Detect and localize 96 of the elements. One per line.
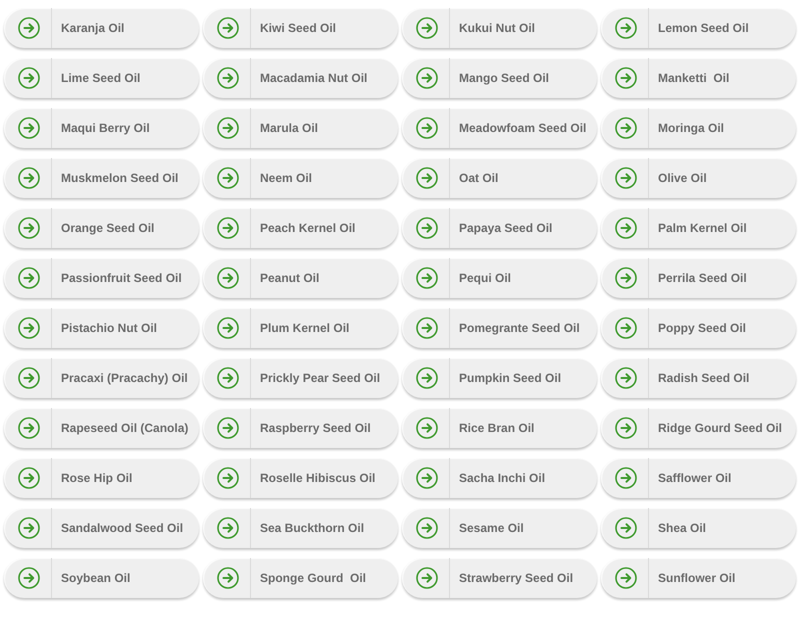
arrow-circle-icon [614,317,636,339]
arrow-circle-icon [18,417,40,439]
arrow-circle-icon [614,517,636,539]
arrow-circle-icon [614,117,636,139]
oil-button[interactable]: Orange Seed Oil [4,208,199,248]
oil-button[interactable]: Sesame Oil [402,508,597,548]
oil-button[interactable]: Karanja Oil [4,8,199,48]
oil-button[interactable]: Roselle Hibiscus Oil [203,458,398,498]
oil-button[interactable]: Maqui Berry Oil [4,108,199,148]
oil-button[interactable]: Meadowfoam Seed Oil [402,108,597,148]
oil-button[interactable]: Sunflower Oil [601,558,796,598]
oil-button[interactable]: Rose Hip Oil [4,458,199,498]
oil-button[interactable]: Manketti Oil [601,58,796,98]
oil-button[interactable]: Sea Buckthorn Oil [203,508,398,548]
oil-button[interactable]: Rice Bran Oil [402,408,597,448]
arrow-circle-icon [614,417,636,439]
oil-button[interactable]: Pequi Oil [402,258,597,298]
arrow-circle-icon [216,317,238,339]
arrow-circle-icon [216,217,238,239]
arrow-circle-icon [18,367,40,389]
oil-button[interactable]: Shea Oil [601,508,796,548]
oil-button[interactable]: Poppy Seed Oil [601,308,796,348]
oil-button[interactable]: Pracaxi (Pracachy) Oil [4,358,199,398]
oil-button[interactable]: Ridge Gourd Seed Oil [601,408,796,448]
oil-button[interactable]: Lime Seed Oil [4,58,199,98]
arrow-circle-icon [416,367,438,389]
arrow-circle-icon [614,67,636,89]
oil-button[interactable]: Kiwi Seed Oil [203,8,398,48]
arrow-circle-icon [416,17,438,39]
oil-button[interactable]: Sponge Gourd Oil [203,558,398,598]
arrow-circle-icon [216,17,238,39]
arrow-circle-icon [216,467,238,489]
arrow-circle-icon [416,567,438,589]
arrow-circle-icon [216,117,238,139]
arrow-circle-icon [18,167,40,189]
arrow-circle-icon [614,567,636,589]
oil-button[interactable]: Neem Oil [203,158,398,198]
oil-button[interactable]: Papaya Seed Oil [402,208,597,248]
arrow-circle-icon [614,17,636,39]
oil-button[interactable]: Radish Seed Oil [601,358,796,398]
oil-button[interactable]: Pumpkin Seed Oil [402,358,597,398]
arrow-circle-icon [216,517,238,539]
arrow-circle-icon [216,417,238,439]
oil-button[interactable]: Kukui Nut Oil [402,8,597,48]
arrow-circle-icon [614,367,636,389]
arrow-circle-icon [614,167,636,189]
oil-button[interactable]: Pomegrante Seed Oil [402,308,597,348]
oil-button[interactable]: Marula Oil [203,108,398,148]
oil-button[interactable]: Raspberry Seed Oil [203,408,398,448]
oil-button[interactable]: Pistachio Nut Oil [4,308,199,348]
arrow-circle-icon [614,217,636,239]
arrow-circle-icon [416,467,438,489]
oil-button[interactable]: Moringa Oil [601,108,796,148]
oil-button[interactable]: Sandalwood Seed Oil [4,508,199,548]
arrow-circle-icon [18,67,40,89]
oil-button[interactable]: Strawberry Seed Oil [402,558,597,598]
oil-button[interactable]: Rapeseed Oil (Canola) [4,408,199,448]
arrow-circle-icon [18,17,40,39]
arrow-circle-icon [18,117,40,139]
arrow-circle-icon [416,217,438,239]
oil-button[interactable]: Sacha Inchi Oil [402,458,597,498]
arrow-circle-icon [18,517,40,539]
arrow-circle-icon [614,467,636,489]
arrow-circle-icon [18,317,40,339]
arrow-circle-icon [18,267,40,289]
oil-button[interactable]: Olive Oil [601,158,796,198]
oil-button[interactable]: Prickly Pear Seed Oil [203,358,398,398]
oil-button[interactable]: Lemon Seed Oil [601,8,796,48]
arrow-circle-icon [216,67,238,89]
arrow-circle-icon [216,367,238,389]
oil-button[interactable]: Palm Kernel Oil [601,208,796,248]
oil-button[interactable]: Macadamia Nut Oil [203,58,398,98]
oil-button[interactable]: Mango Seed Oil [402,58,597,98]
arrow-circle-icon [614,267,636,289]
arrow-circle-icon [416,317,438,339]
arrow-circle-icon [18,467,40,489]
oil-button[interactable]: Passionfruit Seed Oil [4,258,199,298]
oil-button[interactable]: Oat Oil [402,158,597,198]
arrow-circle-icon [416,267,438,289]
oil-button[interactable]: Peanut Oil [203,258,398,298]
arrow-circle-icon [416,417,438,439]
arrow-circle-icon [416,67,438,89]
oil-button[interactable]: Muskmelon Seed Oil [4,158,199,198]
arrow-circle-icon [416,117,438,139]
oil-button[interactable]: Perrila Seed Oil [601,258,796,298]
arrow-circle-icon [18,217,40,239]
oil-button[interactable]: Plum Kernel Oil [203,308,398,348]
oil-button[interactable]: Soybean Oil [4,558,199,598]
oil-button[interactable]: Safflower Oil [601,458,796,498]
arrow-circle-icon [216,567,238,589]
arrow-circle-icon [416,167,438,189]
arrow-circle-icon [18,567,40,589]
arrow-circle-icon [216,267,238,289]
arrow-circle-icon [216,167,238,189]
arrow-circle-icon [416,517,438,539]
oil-button[interactable]: Peach Kernel Oil [203,208,398,248]
